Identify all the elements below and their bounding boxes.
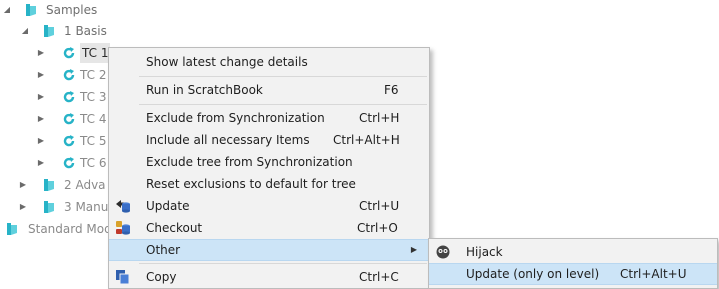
refresh-icon <box>63 135 75 147</box>
tree-node-basis[interactable]: ◢ 1 Basis <box>0 21 120 41</box>
menu-separator <box>139 104 427 105</box>
tree-label: Samples <box>46 3 98 17</box>
tree-node-standard[interactable]: Standard Mod <box>0 219 112 239</box>
menu-item-label: Other <box>146 243 181 257</box>
refresh-icon <box>63 157 75 169</box>
menu-item-update-only-on-level[interactable]: Update (only on level) Ctrl+Alt+U <box>429 263 717 285</box>
refresh-icon <box>63 91 75 103</box>
menu-item-shortcut: Ctrl+H <box>359 111 400 125</box>
tree-label: 2 Adva <box>64 178 106 192</box>
expand-arrow-icon[interactable]: ▶ <box>36 43 46 63</box>
menu-item-reset-exclusions[interactable]: Reset exclusions to default for tree <box>109 173 429 195</box>
refresh-icon <box>63 47 75 59</box>
folder-icon <box>44 179 54 191</box>
tree-label: 1 Basis <box>64 24 107 38</box>
expand-arrow-icon[interactable]: ▶ <box>36 131 46 151</box>
tree-label: TC 5 <box>80 134 107 148</box>
tree-node-samples[interactable]: ◢ Samples <box>0 0 120 20</box>
submenu-other: Hijack Update (only on level) Ctrl+Alt+U <box>428 238 718 289</box>
menu-item-label: Run in ScratchBook <box>146 83 263 97</box>
expand-arrow-icon[interactable]: ▶ <box>18 197 28 217</box>
menu-item-update[interactable]: Update Ctrl+U <box>109 195 429 217</box>
expand-arrow-icon[interactable]: ▶ <box>18 175 28 195</box>
menu-item-label: Include all necessary Items <box>146 133 310 147</box>
context-menu: Show latest change details Run in Scratc… <box>108 47 430 289</box>
menu-item-label: Exclude tree from Synchronization <box>146 155 353 169</box>
tree-label: 3 Manu <box>64 200 109 214</box>
menu-item-label: Show latest change details <box>146 55 308 69</box>
folder-icon <box>7 223 17 235</box>
menu-item-shortcut: Ctrl+U <box>359 199 400 213</box>
refresh-icon <box>63 69 75 81</box>
tree-node-tc2[interactable]: ▶ TC 2 <box>0 65 110 85</box>
folder-icon <box>44 201 54 213</box>
expand-arrow-icon[interactable]: ▶ <box>36 153 46 173</box>
menu-item-label: Reset exclusions to default for tree <box>146 177 356 191</box>
menu-item-shortcut: Ctrl+O <box>357 221 398 235</box>
menu-item-label: Exclude from Synchronization <box>146 111 325 125</box>
tree-node-tc5[interactable]: ▶ TC 5 <box>0 131 110 151</box>
collapse-arrow-icon[interactable]: ◢ <box>2 0 12 20</box>
menu-item-other[interactable]: Other ▶ <box>109 239 429 261</box>
tree-label: TC 6 <box>80 156 107 170</box>
expand-arrow-icon[interactable]: ▶ <box>36 87 46 107</box>
hijack-icon <box>436 245 450 259</box>
refresh-icon <box>63 113 75 125</box>
menu-item-checkout[interactable]: Checkout Ctrl+O <box>109 217 429 239</box>
submenu-arrow-icon: ▶ <box>410 245 417 254</box>
menu-item-label: Copy <box>146 270 177 284</box>
tree-label: TC 2 <box>80 68 107 82</box>
folder-icon <box>44 25 54 37</box>
menu-item-copy[interactable]: Copy Ctrl+C <box>109 266 429 288</box>
menu-item-shortcut: Ctrl+Alt+U <box>620 267 687 281</box>
collapse-arrow-icon[interactable]: ◢ <box>20 21 30 41</box>
tree-label: TC 3 <box>80 90 107 104</box>
checkout-icon <box>116 221 130 235</box>
tree-label: TC 4 <box>80 112 107 126</box>
tree-node-tc4[interactable]: ▶ TC 4 <box>0 109 110 129</box>
copy-icon <box>116 270 130 285</box>
menu-item-exclude-from-synchronization[interactable]: Exclude from Synchronization Ctrl+H <box>109 107 429 129</box>
menu-item-run-in-scratchbook[interactable]: Run in ScratchBook F6 <box>109 79 429 101</box>
tree-label: Standard Mod <box>28 222 112 236</box>
menu-separator <box>139 263 427 264</box>
menu-item-label: Hijack <box>466 245 503 259</box>
tree-node-advanced[interactable]: ▶ 2 Adva <box>0 175 110 195</box>
menu-item-label: Update <box>146 199 190 213</box>
tree-node-tc6[interactable]: ▶ TC 6 <box>0 153 110 173</box>
folder-icon <box>26 4 36 16</box>
menu-separator <box>139 76 427 77</box>
menu-item-label: Checkout <box>146 221 203 235</box>
expand-arrow-icon[interactable]: ▶ <box>36 109 46 129</box>
menu-item-hijack[interactable]: Hijack <box>429 241 717 263</box>
menu-item-exclude-tree-from-synchronization[interactable]: Exclude tree from Synchronization <box>109 151 429 173</box>
update-icon <box>116 200 130 213</box>
tree-node-tc3[interactable]: ▶ TC 3 <box>0 87 110 107</box>
menu-item-shortcut: F6 <box>384 83 399 97</box>
menu-item-show-latest-change-details[interactable]: Show latest change details <box>109 51 429 73</box>
expand-arrow-icon[interactable]: ▶ <box>36 65 46 85</box>
tree-node-tc1[interactable]: ▶ TC 1 <box>0 43 111 63</box>
menu-item-label: Update (only on level) <box>466 267 600 281</box>
menu-item-shortcut: Ctrl+C <box>359 270 399 284</box>
tree-node-manual[interactable]: ▶ 3 Manu <box>0 197 110 217</box>
tree-label: TC 1 <box>80 43 111 63</box>
menu-item-shortcut: Ctrl+Alt+H <box>333 133 400 147</box>
menu-item-include-all-necessary-items[interactable]: Include all necessary Items Ctrl+Alt+H <box>109 129 429 151</box>
